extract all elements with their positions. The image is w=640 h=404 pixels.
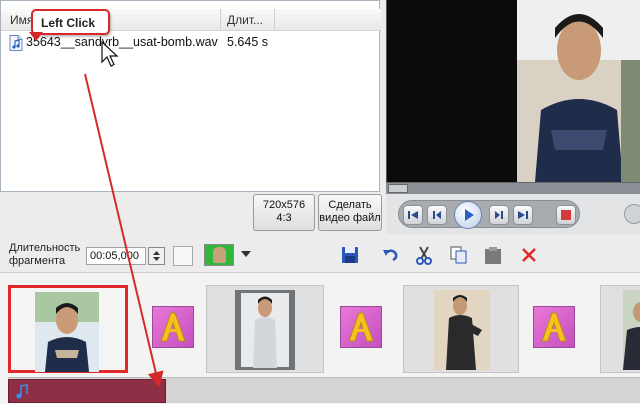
preview-photo xyxy=(517,0,640,182)
callout-tail xyxy=(29,32,43,41)
slide-1-thumbnail xyxy=(35,292,99,372)
seek-thumb[interactable] xyxy=(388,184,408,193)
slide-3[interactable] xyxy=(403,285,519,373)
transition-icon xyxy=(541,312,567,342)
slide-2-thumbnail xyxy=(235,290,295,370)
transition-2[interactable] xyxy=(340,306,382,348)
make-video-button[interactable]: Сделать видео файл xyxy=(318,194,382,231)
slide-4[interactable] xyxy=(600,285,640,373)
file-list-row[interactable]: 35643__sandyrb__usat-bomb.wav 5.645 s xyxy=(9,34,379,52)
file-name: 35643__sandyrb__usat-bomb.wav xyxy=(26,35,218,49)
go-start-button[interactable] xyxy=(403,205,423,225)
go-end-icon xyxy=(518,211,528,219)
slide-3-thumbnail xyxy=(434,290,490,370)
slide-4-thumbnail xyxy=(623,290,640,370)
column-name-header[interactable]: Имя xyxy=(10,13,33,27)
fragment-duration-label: Длительность фрагмента xyxy=(9,242,80,268)
copy-icon[interactable] xyxy=(448,244,470,266)
audio-file-icon xyxy=(9,35,23,51)
duration-spin-button[interactable] xyxy=(148,247,165,265)
make-video-label-line1: Сделать xyxy=(328,199,372,211)
next-frame-button[interactable] xyxy=(489,205,509,225)
music-note-icon xyxy=(16,384,28,399)
mouse-pointer-icon xyxy=(101,40,119,67)
delete-icon[interactable] xyxy=(518,244,540,266)
go-end-button[interactable] xyxy=(513,205,533,225)
slide-thumbnail-picker[interactable] xyxy=(204,244,234,266)
volume-button[interactable] xyxy=(624,204,640,224)
transition-icon xyxy=(160,312,186,342)
resolution-button[interactable]: 720x576 4:3 xyxy=(253,194,315,231)
prev-frame-button[interactable] xyxy=(427,205,447,225)
play-icon xyxy=(465,209,474,221)
paste-icon[interactable] xyxy=(482,244,504,266)
thumbnail-portrait xyxy=(213,247,226,263)
fragment-duration-label-line1: Длительность xyxy=(9,242,81,254)
column-duration-header[interactable]: Длит... xyxy=(227,13,263,27)
slide-1[interactable] xyxy=(8,285,128,373)
make-video-label-line2: видео файл xyxy=(319,212,381,224)
column-separator[interactable] xyxy=(274,9,275,31)
column-separator[interactable] xyxy=(220,9,221,31)
prev-frame-icon xyxy=(433,211,441,219)
background-color-button[interactable] xyxy=(173,246,193,266)
file-duration: 5.645 s xyxy=(227,35,269,49)
callout-label: Left Click xyxy=(41,16,96,30)
chevron-down-icon[interactable] xyxy=(241,251,251,257)
stop-button[interactable] xyxy=(556,205,576,225)
edit-toolbar: Длительность фрагмента 00:05,000 xyxy=(0,238,640,272)
fragment-duration-input[interactable]: 00:05,000 xyxy=(86,247,146,265)
save-icon[interactable] xyxy=(339,244,361,266)
spin-arrows-icon xyxy=(153,251,160,261)
go-start-icon xyxy=(408,211,418,219)
undo-icon[interactable] xyxy=(380,244,402,266)
audio-track xyxy=(8,377,640,403)
aspect-text: 4:3 xyxy=(276,212,292,224)
transition-icon xyxy=(348,312,374,342)
fragment-duration-label-line2: фрагмента xyxy=(9,255,66,267)
stop-icon xyxy=(561,210,571,220)
slide-2[interactable] xyxy=(206,285,324,373)
storyboard-timeline xyxy=(0,272,640,404)
audio-clip[interactable] xyxy=(8,379,166,403)
play-button[interactable] xyxy=(454,201,482,229)
seek-bar[interactable] xyxy=(386,182,640,194)
player-controls xyxy=(386,194,640,234)
preview-letterbox xyxy=(387,0,517,182)
transition-1[interactable] xyxy=(152,306,194,348)
player-button-tray xyxy=(398,200,580,229)
resolution-text: 720x576 xyxy=(262,199,306,211)
cut-icon[interactable] xyxy=(413,244,435,266)
transition-3[interactable] xyxy=(533,306,575,348)
video-preview xyxy=(386,0,640,182)
next-frame-icon xyxy=(495,211,503,219)
